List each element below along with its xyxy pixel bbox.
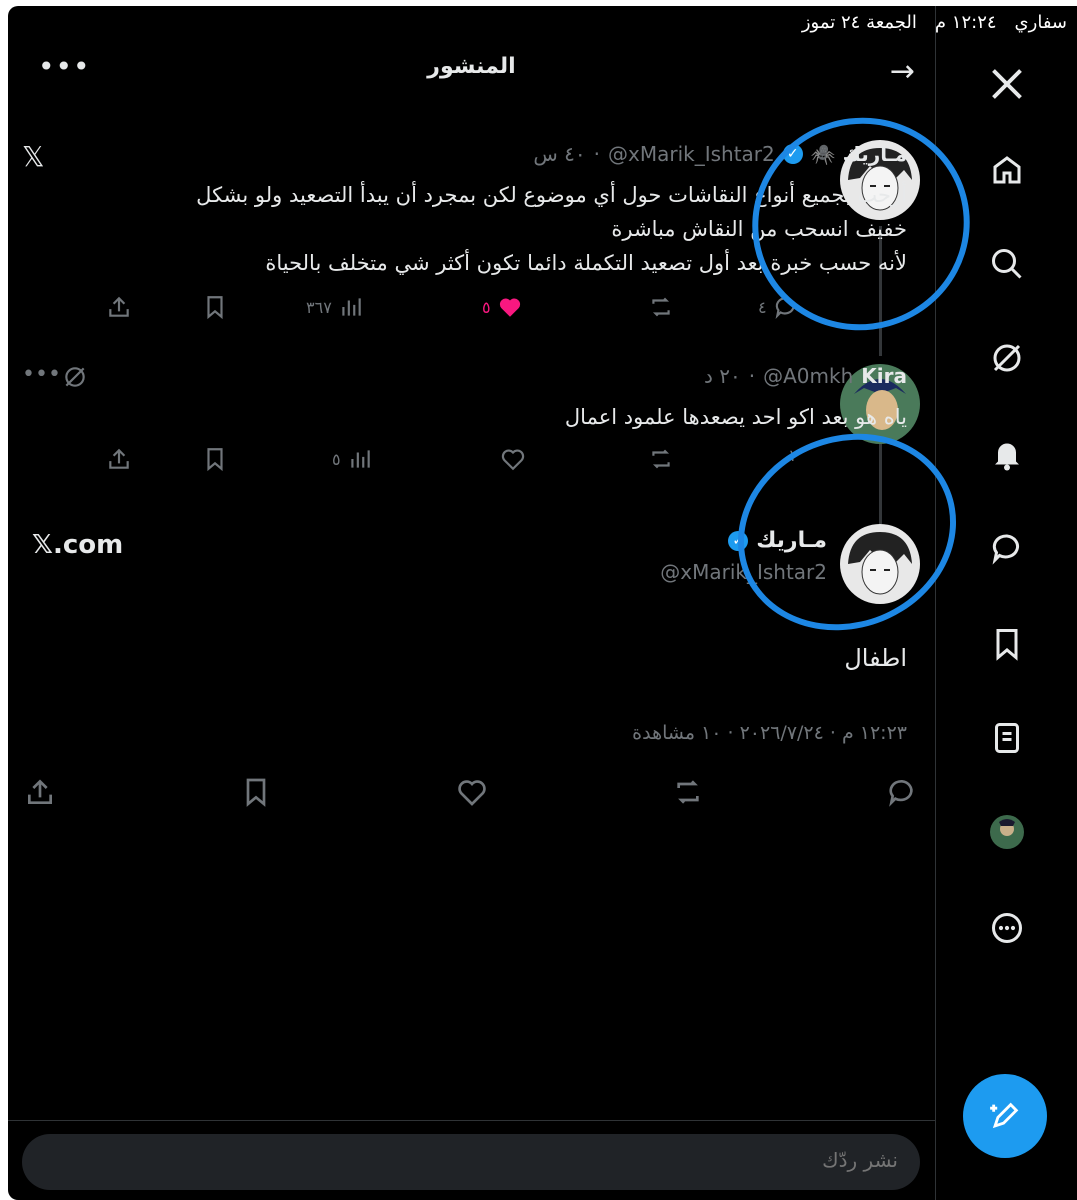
screen: سفاري ١٢:٢٤ م الجمعة ٢٤ تموز المنشور → •…	[8, 6, 1077, 1200]
views-button[interactable]: ٣٦٧	[306, 294, 364, 320]
profile-avatar[interactable]	[936, 808, 1077, 856]
views-icon	[350, 450, 370, 468]
back-button[interactable]: →	[890, 54, 915, 89]
like-button[interactable]	[500, 446, 526, 472]
more-icon[interactable]: •••	[22, 362, 61, 387]
grok-button[interactable]	[62, 364, 88, 390]
grok-icon	[65, 367, 85, 387]
view-count: ٥	[332, 449, 341, 469]
share-button[interactable]	[106, 446, 132, 472]
reply-count: ٤	[758, 297, 767, 317]
tweet-header: Kira @A0mkh · ٢٠ د	[704, 364, 907, 388]
views-button[interactable]: ٥	[332, 446, 373, 472]
lists-icon[interactable]	[936, 714, 1077, 762]
arrow-right-icon: →	[889, 54, 915, 89]
heart-icon	[501, 449, 525, 471]
page-title: المنشور	[427, 54, 516, 79]
bookmark-icon	[246, 778, 266, 807]
author-name[interactable]: Kira	[861, 364, 907, 388]
author-handle[interactable]: @A0mkh	[763, 364, 853, 388]
bell-icon[interactable]	[936, 430, 1077, 478]
browser-frame: سفاري ١٢:٢٤ م الجمعة ٢٤ تموز المنشور → •…	[0, 0, 1077, 1200]
divider	[8, 1120, 935, 1121]
messages-icon[interactable]	[936, 524, 1077, 572]
tweet-time[interactable]: ٤٠ س	[533, 142, 585, 166]
reply-button[interactable]	[886, 776, 918, 808]
view-count: ٣٦٧	[306, 297, 332, 317]
repost-icon	[677, 780, 699, 804]
repost-icon	[652, 449, 670, 469]
compose-button[interactable]	[963, 1074, 1047, 1158]
tweet-text: ياه هو بعد اكو احد يصعدها علمود اعمال	[564, 405, 907, 429]
repost-button[interactable]	[648, 446, 674, 472]
bookmark-icon	[207, 448, 223, 472]
bookmark-button[interactable]	[202, 294, 228, 320]
bookmark-button[interactable]	[202, 446, 228, 472]
tweet-time[interactable]: ٢٠ د	[704, 364, 741, 388]
repost-button[interactable]	[648, 294, 674, 320]
x-logo-icon[interactable]	[936, 60, 1077, 108]
heart-filled-icon	[499, 298, 520, 317]
more-icon: •••	[38, 50, 91, 83]
reply-icon	[889, 780, 913, 807]
grok-icon[interactable]	[936, 334, 1077, 382]
like-button[interactable]	[456, 776, 488, 808]
status-date: الجمعة ٢٤ تموز	[801, 12, 917, 33]
page-header: المنشور → •••	[8, 36, 935, 96]
share-icon	[109, 448, 129, 469]
more-circle-icon[interactable]	[936, 904, 1077, 952]
x-icon: 𝕏	[22, 140, 45, 173]
share-button[interactable]	[24, 776, 56, 808]
share-icon	[28, 779, 52, 804]
compose-icon	[990, 1102, 1019, 1129]
repost-icon	[652, 297, 670, 317]
reply-input[interactable]	[96, 1147, 900, 1173]
bookmark-icon[interactable]	[936, 620, 1077, 668]
share-button[interactable]	[106, 294, 132, 320]
tweet-meta[interactable]: ١٢:٢٣ م · ٢٠٢٦/٧/٢٤ · ١٠ مشاهدة	[632, 722, 907, 744]
source-label[interactable]: 𝕏.com	[32, 530, 123, 560]
like-button[interactable]: ٥	[482, 294, 523, 320]
more-button[interactable]: •••	[38, 50, 91, 83]
main-tweet-text: اطفال	[844, 644, 907, 672]
bookmark-button[interactable]	[240, 776, 272, 808]
share-icon	[109, 296, 129, 317]
author-handle[interactable]: @xMarik_Ishtar2	[608, 142, 775, 166]
like-count: ٥	[482, 297, 491, 317]
reply-box[interactable]	[22, 1134, 920, 1190]
bookmark-icon	[207, 296, 223, 320]
views-icon	[342, 298, 361, 316]
repost-button[interactable]	[672, 776, 704, 808]
heart-icon	[458, 780, 486, 806]
